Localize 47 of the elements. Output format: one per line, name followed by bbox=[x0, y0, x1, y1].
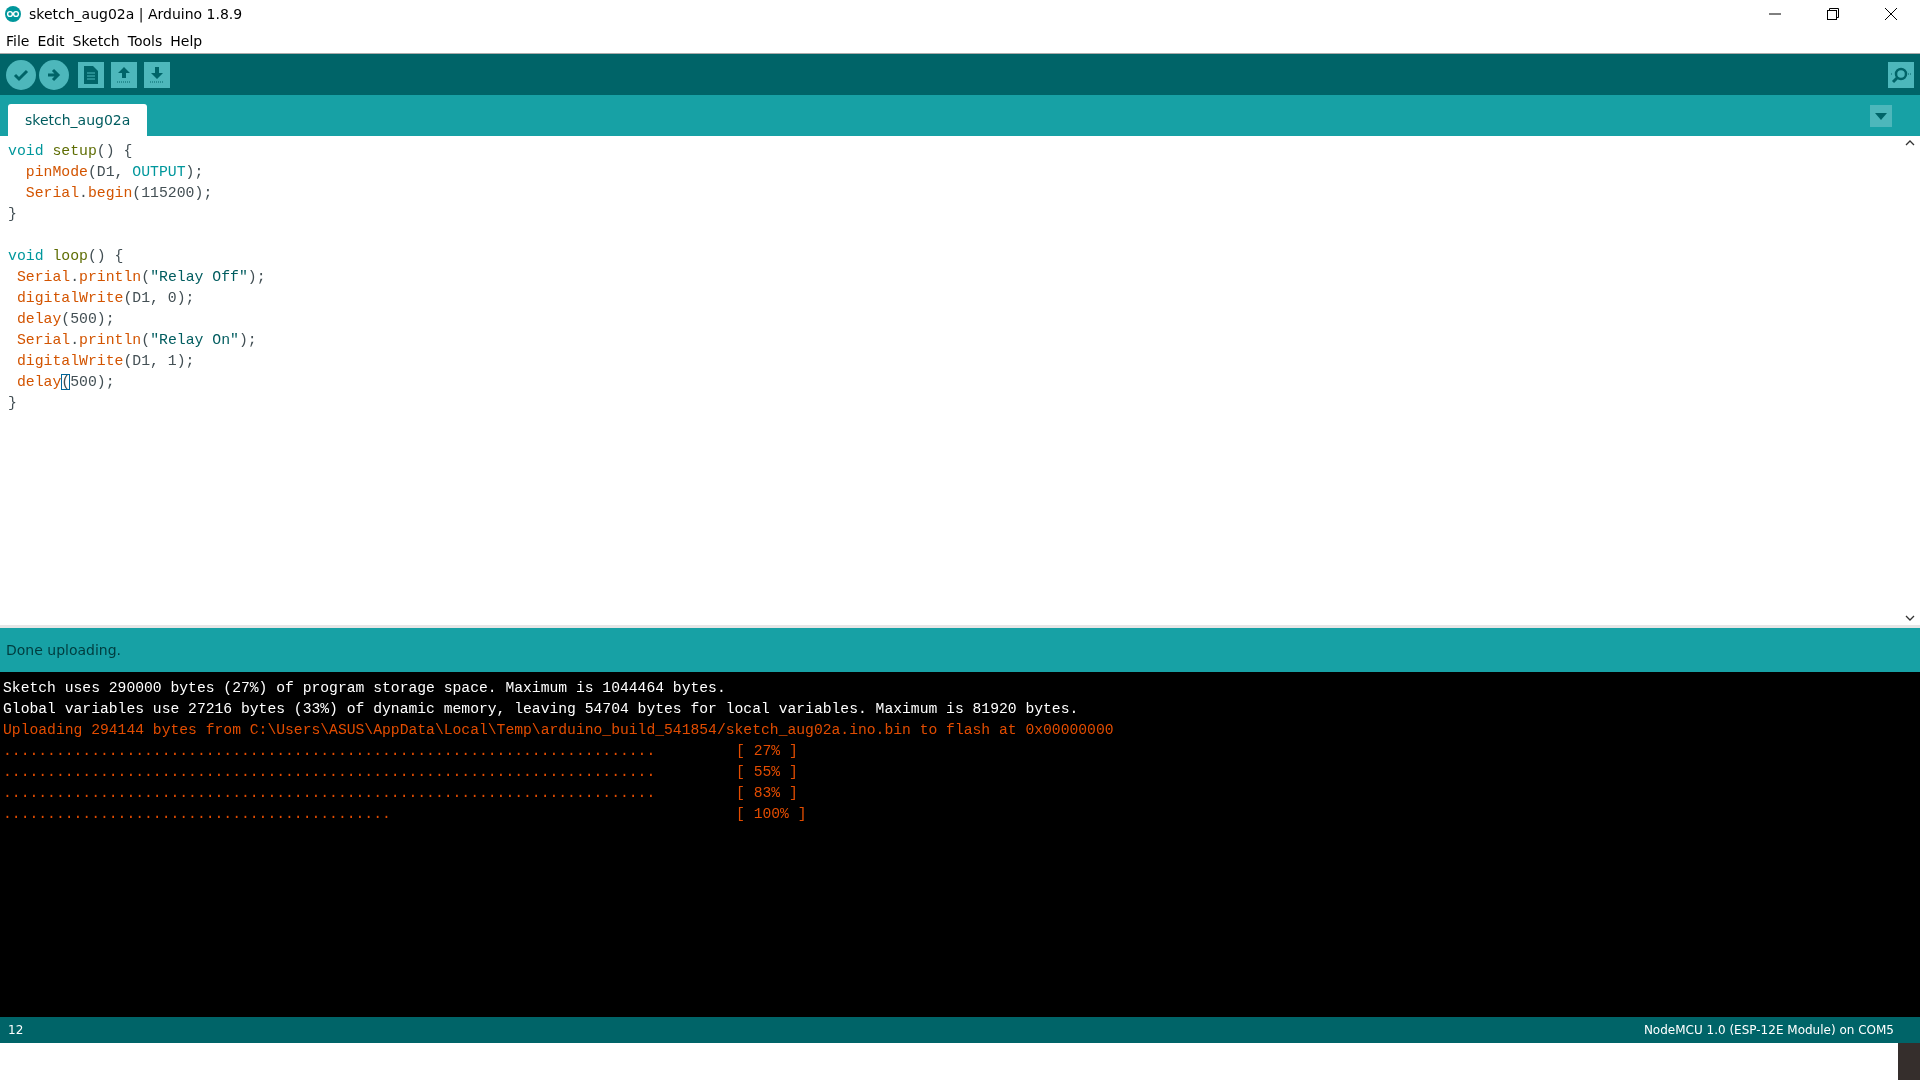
code-line: digitalWrite(D1, 1); bbox=[15, 352, 196, 371]
restore-icon bbox=[1827, 8, 1839, 20]
code-line: void setup() { bbox=[8, 142, 134, 161]
progress-line: ............................................ [ 100% ] bbox=[2, 805, 808, 824]
document-icon bbox=[84, 65, 98, 84]
board-info: NodeMCU 1.0 (ESP-12E Module) on COM5 bbox=[1643, 1023, 1894, 1037]
new-button[interactable] bbox=[78, 61, 104, 88]
caret-down-icon bbox=[1875, 112, 1887, 120]
menu-item[interactable]: File bbox=[2, 32, 34, 49]
dark-block bbox=[1898, 1043, 1920, 1080]
app-logo-icon bbox=[5, 6, 21, 22]
verify-button[interactable] bbox=[6, 59, 36, 90]
code-line: Serial.begin(115200); bbox=[24, 184, 214, 203]
code-line: delay(500); bbox=[15, 310, 116, 329]
console-line: Sketch uses 290000 bytes (27%) of program storage space. Maximum is 1044464 bytes. bbox=[2, 679, 727, 698]
code-line: Serial.println("Relay On"); bbox=[15, 331, 258, 350]
magnifier-icon bbox=[1891, 65, 1911, 84]
close-icon bbox=[1885, 8, 1897, 20]
code-line: Serial.println("Relay Off"); bbox=[15, 268, 267, 287]
arrow-down-icon bbox=[149, 65, 165, 84]
progress-line: .......................................................................... [ 27% ] bbox=[2, 742, 799, 761]
upload-button[interactable] bbox=[39, 59, 69, 90]
window-title: sketch_aug02a | Arduino 1.8.9 bbox=[29, 6, 244, 22]
scroll-down-icon[interactable] bbox=[1905, 615, 1915, 621]
code-line: void loop() { bbox=[8, 247, 125, 266]
open-button[interactable] bbox=[111, 61, 137, 88]
arrow-up-icon bbox=[116, 65, 132, 84]
serial-monitor-button[interactable] bbox=[1888, 61, 1914, 88]
status-message: Done uploading. bbox=[6, 642, 122, 658]
line-number: 12 bbox=[8, 1023, 24, 1037]
arrow-right-icon bbox=[46, 66, 62, 83]
scroll-up-icon[interactable] bbox=[1905, 140, 1915, 146]
menu-item[interactable]: Help bbox=[166, 32, 207, 49]
code-line: pinMode(D1, OUTPUT); bbox=[24, 163, 205, 182]
console-line: Global variables use 27216 bytes (33%) of dynamic memory, leaving 54704 bytes for local variables. Maximum is 81920 bytes. bbox=[2, 700, 1080, 719]
menu-item[interactable]: Sketch bbox=[68, 32, 124, 49]
progress-line: .......................................................................... [ 55% ] bbox=[2, 763, 799, 782]
code-line: digitalWrite(D1, 0); bbox=[15, 289, 196, 308]
code-line: } bbox=[8, 205, 18, 224]
tab-menu-button[interactable] bbox=[1870, 105, 1892, 127]
file-tab[interactable]: sketch_aug02a bbox=[8, 104, 148, 136]
menu-item[interactable]: Edit bbox=[33, 32, 69, 49]
menu-item[interactable]: Tools bbox=[123, 32, 167, 49]
save-button[interactable] bbox=[144, 61, 170, 88]
code-line: } bbox=[8, 394, 18, 413]
progress-line: .......................................................................... [ 83% ] bbox=[2, 784, 799, 803]
console-line: Uploading 294144 bytes from C:\Users\ASUS\AppData\Local\Temp\arduino_build_541854/sketch_aug02a.ino.bin to flash at 0x00000000 bbox=[2, 721, 1115, 740]
